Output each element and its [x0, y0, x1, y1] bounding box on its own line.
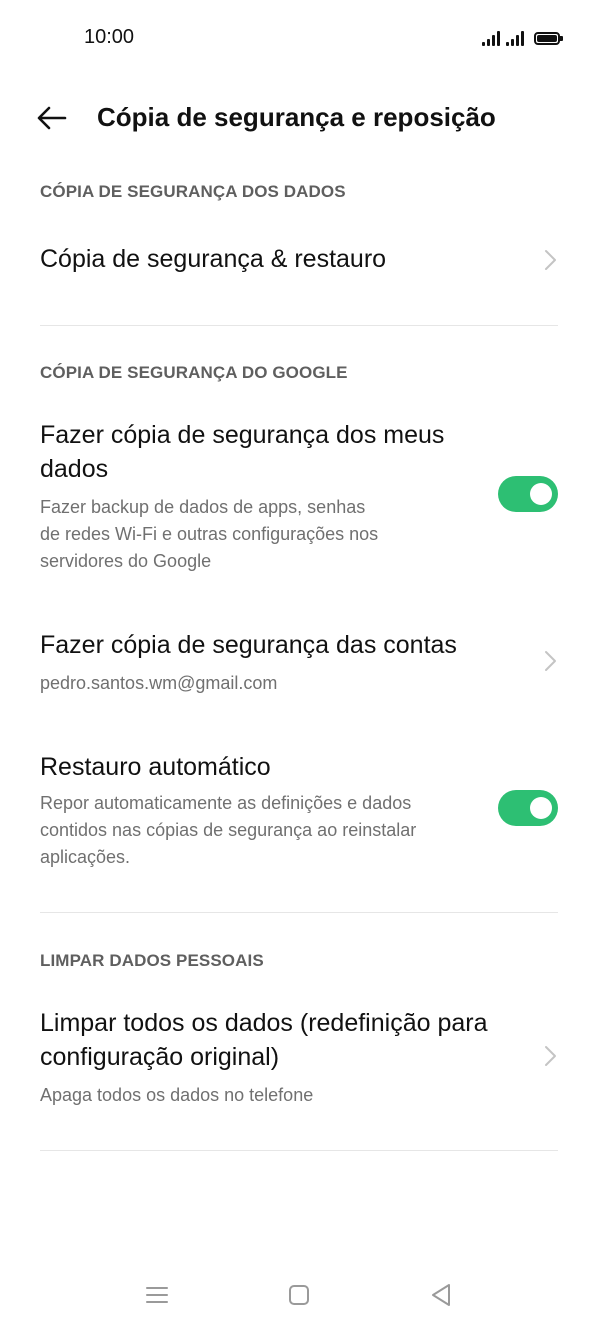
status-bar: 10:00 [0, 0, 598, 76]
divider [40, 325, 558, 326]
backup-my-data-desc-line1: Fazer backup de dados de apps, senhas [40, 497, 366, 517]
backup-account-email: pedro.santos.wm@gmail.com [40, 673, 278, 693]
backup-my-data-title-line1: Fazer cópia de segurança dos meus [40, 421, 445, 449]
factory-reset-title-line1: Limpar todos os dados (redefinição para [40, 1009, 488, 1037]
backup-account-item[interactable]: Fazer cópia de segurança das contas pedr… [0, 620, 598, 704]
toggle-knob [530, 483, 552, 505]
divider [40, 1150, 558, 1151]
menu-button[interactable] [142, 1280, 172, 1310]
section-header-google-backup: CÓPIA DE SEGURANÇA DO GOOGLE [40, 363, 348, 382]
auto-restore-desc-line1: Repor automaticamente as definições e da… [40, 793, 412, 813]
chevron-right-icon [545, 651, 556, 671]
signal-icon [506, 30, 524, 46]
battery-icon [534, 32, 563, 45]
page-title: Cópia de segurança e reposição [97, 102, 496, 132]
divider [40, 912, 558, 913]
backup-my-data-desc-line2: de redes Wi-Fi e outras configurações no… [40, 524, 379, 544]
auto-restore-toggle[interactable] [498, 790, 558, 826]
back-button[interactable] [34, 102, 70, 134]
back-icon [432, 1284, 450, 1306]
status-time: 10:00 [84, 26, 135, 48]
signal-icon [482, 30, 500, 46]
back-nav-button[interactable] [426, 1280, 456, 1310]
auto-restore-item[interactable]: Restauro automático Repor automaticament… [0, 744, 598, 878]
backup-my-data-title-line2: dados [40, 455, 109, 483]
chevron-right-icon [545, 250, 556, 270]
auto-restore-desc-line2: contidos nas cópias de segurança ao rein… [40, 820, 417, 840]
section-header-personal-data: LIMPAR DADOS PESSOAIS [40, 951, 264, 970]
backup-my-data-desc-line3: servidores do Google [40, 551, 212, 571]
status-icons [482, 26, 563, 46]
backup-my-data-toggle[interactable] [498, 476, 558, 512]
menu-icon [146, 1287, 168, 1303]
section-header-data-backup: CÓPIA DE SEGURANÇA DOS DADOS [40, 182, 346, 201]
backup-account-title: Fazer cópia de segurança das contas [40, 631, 457, 659]
factory-reset-desc: Apaga todos os dados no telefone [40, 1085, 314, 1105]
chevron-right-icon [545, 1046, 556, 1066]
back-arrow-icon [37, 106, 67, 130]
home-icon [289, 1285, 309, 1305]
auto-restore-desc-line3: aplicações. [40, 847, 131, 867]
app-bar: Cópia de segurança e reposição [0, 88, 598, 148]
home-button[interactable] [284, 1280, 314, 1310]
factory-reset-title-line2: configuração original) [40, 1043, 280, 1071]
backup-my-data-item[interactable]: Fazer cópia de segurança dos meus dados … [0, 410, 598, 580]
auto-restore-title: Restauro automático [40, 753, 271, 781]
backup-restore-item[interactable]: Cópia de segurança & restauro [0, 226, 598, 296]
backup-restore-title: Cópia de segurança & restauro [40, 245, 387, 273]
toggle-knob [530, 797, 552, 819]
factory-reset-item[interactable]: Limpar todos os dados (redefinição para … [0, 1000, 598, 1116]
navigation-bar [0, 1260, 598, 1330]
